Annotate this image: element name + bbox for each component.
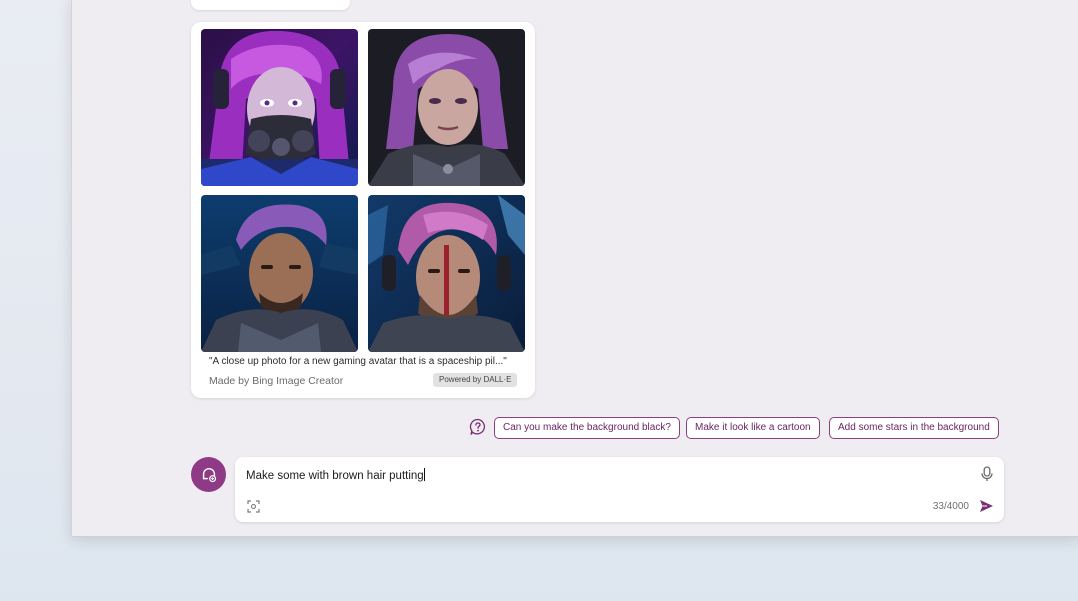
- chat-input-value[interactable]: Make some with brown hair putting: [246, 470, 424, 482]
- suggestion-chip-stars-background[interactable]: Add some stars in the background: [829, 417, 999, 439]
- suggestion-chip-cartoon[interactable]: Make it look like a cartoon: [686, 417, 820, 439]
- powered-by-badge: Powered by DALL·E: [433, 373, 518, 387]
- generated-image-3[interactable]: [201, 195, 358, 352]
- made-by-label[interactable]: Made by Bing Image Creator: [209, 375, 343, 387]
- previous-message-card: [191, 0, 350, 10]
- new-topic-button[interactable]: [191, 457, 226, 492]
- text-caret: [423, 468, 425, 481]
- image-prompt-caption: "A close up photo for a new gaming avata…: [209, 356, 507, 367]
- generated-image-2[interactable]: [368, 29, 525, 186]
- mic-icon[interactable]: [980, 466, 994, 482]
- character-counter: 33/4000: [932, 501, 969, 512]
- image-result-card: "A close up photo for a new gaming avata…: [191, 22, 535, 398]
- new-topic-icon: [202, 467, 216, 482]
- generated-image-4[interactable]: [368, 195, 525, 352]
- chat-input[interactable]: Make some with brown hair putting: [246, 468, 425, 482]
- image-scan-icon[interactable]: [247, 500, 260, 513]
- question-bubble-icon[interactable]: [469, 418, 487, 436]
- suggestion-chip-black-background[interactable]: Can you make the background black?: [494, 417, 680, 439]
- chat-input-box[interactable]: Make some with brown hair putting 33/400…: [235, 457, 1004, 522]
- send-icon[interactable]: [979, 499, 994, 513]
- generated-image-1[interactable]: [201, 29, 358, 186]
